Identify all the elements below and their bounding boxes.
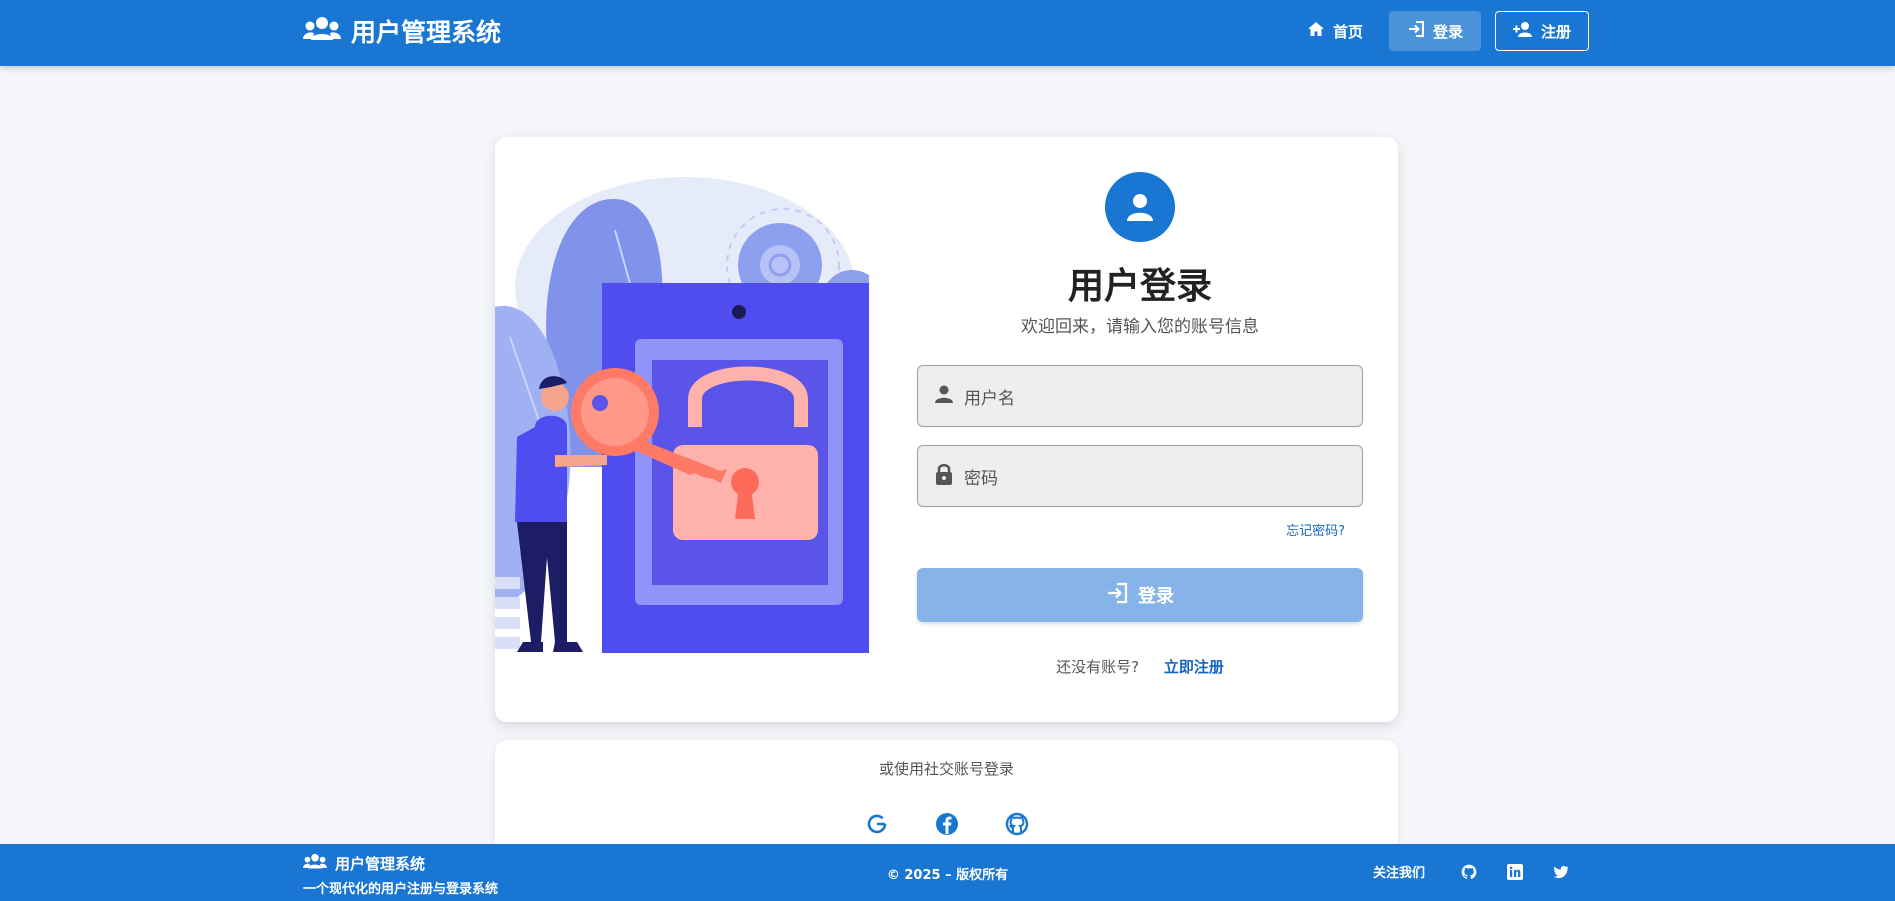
github-icon[interactable] <box>1005 812 1029 836</box>
login-icon <box>1407 20 1425 42</box>
nav-login-label: 登录 <box>1432 22 1463 41</box>
brand-title: 用户管理系统 <box>351 18 502 47</box>
forgot-password-link[interactable]: 忘记密码? <box>1286 520 1345 539</box>
follow-us-label: 关注我们 <box>1372 866 1425 881</box>
add-user-icon <box>1512 21 1533 41</box>
login-submit-label: 登录 <box>1138 586 1174 607</box>
password-field[interactable]: 密码 <box>917 445 1363 507</box>
linkedin-icon[interactable] <box>1507 863 1523 880</box>
nav-register-button[interactable]: 注册 <box>1495 11 1589 51</box>
login-form: 用户登录 欢迎回来，请输入您的账号信息 用户名 密码 忘记密码? 登录 还没有账… <box>917 137 1363 722</box>
facebook-icon[interactable] <box>935 812 959 836</box>
person-icon <box>934 384 954 408</box>
username-placeholder: 用户名 <box>964 388 1015 409</box>
social-login-label: 或使用社交账号登录 <box>878 760 1014 778</box>
password-placeholder: 密码 <box>964 468 998 489</box>
app-header: 用户管理系统 首页 登录 注册 <box>0 0 1895 66</box>
social-login-icons <box>495 812 1398 836</box>
nav-home-label: 首页 <box>1332 22 1363 41</box>
login-icon <box>1106 582 1128 609</box>
login-subtitle: 欢迎回来，请输入您的账号信息 <box>1021 317 1259 337</box>
footer-follow: 关注我们 <box>1373 862 1569 881</box>
top-nav: 首页 登录 注册 <box>1295 11 1589 51</box>
login-illustration <box>495 137 882 722</box>
twitter-icon[interactable] <box>1553 864 1569 880</box>
register-now-link[interactable]: 立即注册 <box>1164 658 1224 676</box>
username-field[interactable]: 用户名 <box>917 365 1363 427</box>
github-icon[interactable] <box>1461 864 1477 880</box>
register-prompt: 还没有账号? 立即注册 <box>917 656 1363 677</box>
users-icon <box>303 16 341 46</box>
footer-copyright: © 2025 – 版权所有 <box>886 868 1009 883</box>
google-icon[interactable] <box>865 812 889 836</box>
no-account-text: 还没有账号? <box>1056 658 1140 676</box>
lock-icon <box>934 463 954 489</box>
nav-home-button[interactable]: 首页 <box>1295 11 1375 51</box>
nav-register-label: 注册 <box>1540 22 1571 41</box>
login-submit-button[interactable]: 登录 <box>917 568 1363 622</box>
brand[interactable]: 用户管理系统 <box>303 13 501 49</box>
nav-login-button[interactable]: 登录 <box>1389 11 1481 51</box>
login-card: 用户登录 欢迎回来，请输入您的账号信息 用户名 密码 忘记密码? 登录 还没有账… <box>495 137 1398 722</box>
user-avatar-icon <box>1105 172 1175 242</box>
app-footer: 用户管理系统 一个现代化的用户注册与登录系统 © 2025 – 版权所有 关注我… <box>0 844 1895 901</box>
login-title: 用户登录 <box>1067 266 1212 307</box>
home-icon <box>1307 21 1325 41</box>
